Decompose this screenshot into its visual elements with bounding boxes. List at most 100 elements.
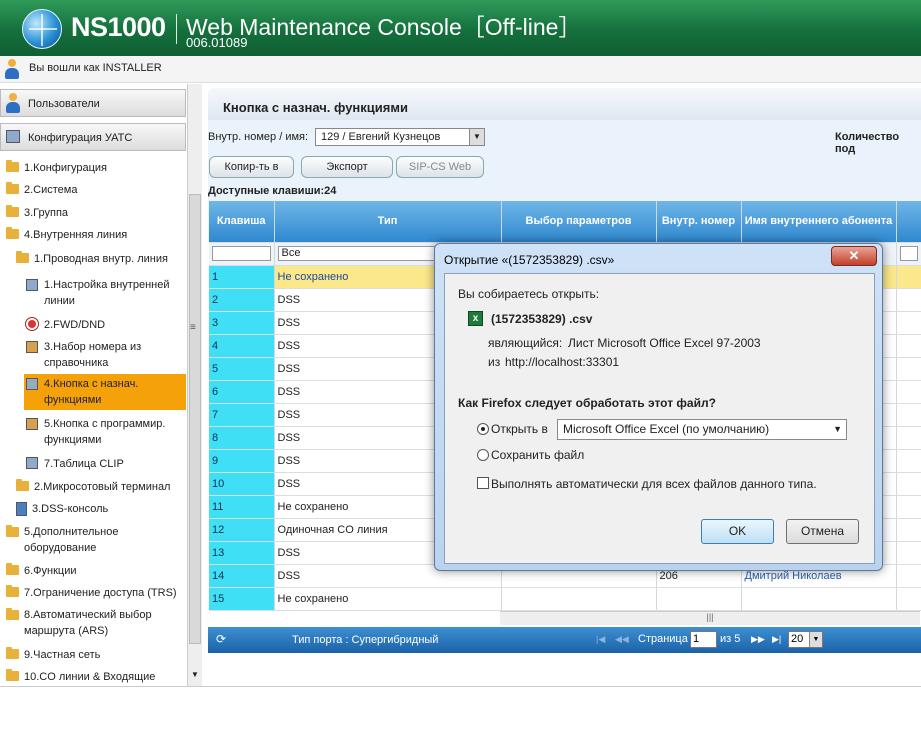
header-separator [176, 14, 177, 44]
col-header-ext-name[interactable]: Имя внутреннего абонента [741, 201, 897, 243]
last-page-icon[interactable]: ▶| [772, 634, 781, 645]
col-header-params[interactable]: Выбор параметров [501, 201, 657, 243]
splitter-handle-icon[interactable]: ≡ [190, 322, 196, 333]
key-cell[interactable]: 9 [209, 449, 275, 473]
copy-to-button[interactable]: Копир-ть в [209, 156, 294, 178]
save-file-label[interactable]: Сохранить файл [491, 448, 584, 462]
cancel-button[interactable]: Отмена [786, 519, 859, 544]
sidebar-item-ext-settings[interactable]: 1.Настройка внутренней линии [0, 276, 186, 310]
ext-name-cell[interactable] [741, 587, 897, 611]
sidebar-item-programmed-keys[interactable]: 5.Кнопка с программир. функциями [0, 415, 186, 449]
export-button[interactable]: Экспорт [301, 156, 393, 178]
key-cell[interactable]: 3 [209, 311, 275, 335]
filter-cell [896, 242, 921, 266]
col-header-key[interactable]: Клавиша [209, 201, 275, 243]
key-cell[interactable]: 7 [209, 403, 275, 427]
sidebar-scroll-thumb[interactable] [189, 194, 201, 644]
prev-page-icon[interactable]: ◀◀ [615, 634, 629, 645]
sidebar-scrollbar[interactable]: ▼ [187, 84, 202, 686]
dialog-close-button[interactable]: ✕ [831, 246, 877, 266]
key-cell[interactable]: 14 [209, 564, 275, 588]
extra-cell[interactable] [896, 403, 921, 427]
key-cell[interactable]: 12 [209, 518, 275, 542]
sidebar-item-directory-dial[interactable]: 3.Набор номера из справочника [0, 338, 186, 372]
key-cell[interactable]: 13 [209, 541, 275, 565]
col-header-ext[interactable]: Внутр. номер [656, 201, 742, 243]
key-cell[interactable]: 10 [209, 472, 275, 496]
sidebar-item-private-network[interactable]: 9.Частная сеть [0, 645, 186, 665]
first-page-icon[interactable]: |◀ [596, 634, 605, 645]
extra-cell[interactable] [896, 495, 921, 519]
open-with-radio[interactable] [477, 423, 489, 435]
col-header-type[interactable]: Тип [274, 201, 502, 243]
extra-cell[interactable] [896, 564, 921, 588]
sidebar-item-configuration[interactable]: 1.Конфигурация [0, 158, 186, 178]
sidebar-item-wired-ext[interactable]: 1.Проводная внутр. линия [0, 249, 186, 269]
extra-cell[interactable] [896, 518, 921, 542]
sidebar-item-co-lines[interactable]: 10.CO линии & Входящие [0, 667, 186, 687]
key-cell[interactable]: 4 [209, 334, 275, 358]
table-row[interactable]: 15 Не сохранено [209, 587, 921, 611]
key-cell[interactable]: 8 [209, 426, 275, 450]
extra-cell[interactable] [896, 265, 921, 289]
per-page-select[interactable]: 20 ▼ [788, 631, 823, 648]
sidebar-item-fwd-dnd[interactable]: 2.FWD/DND [0, 315, 186, 335]
auto-action-label[interactable]: Выполнять автоматически для всех файлов … [491, 477, 817, 491]
sidebar-item-extension[interactable]: 4.Внутренняя линия [0, 225, 186, 245]
sidebar-item-group[interactable]: 3.Группа [0, 203, 186, 223]
horizontal-scrollbar[interactable]: ||| [500, 611, 920, 625]
extra-cell[interactable] [896, 380, 921, 404]
key-cell[interactable]: 1 [209, 265, 275, 289]
save-file-radio[interactable] [477, 449, 489, 461]
ok-button[interactable]: OK [701, 519, 774, 544]
ext-label: Внутр. номер / имя: [208, 131, 309, 143]
extra-cell[interactable] [896, 541, 921, 565]
page-input[interactable]: 1 [690, 631, 717, 648]
key-filter-input[interactable] [212, 246, 271, 261]
keypad-icon [26, 378, 38, 390]
chevron-down-icon: ▼ [469, 129, 484, 145]
next-page-icon[interactable]: ▶▶ [751, 634, 765, 645]
open-with-label[interactable]: Открыть в [491, 422, 548, 436]
extra-cell[interactable] [896, 357, 921, 381]
extra-cell[interactable] [896, 449, 921, 473]
sidebar-pbx-config-header[interactable]: Конфигурация УАТС [0, 123, 186, 151]
application-select[interactable]: Microsoft Office Excel (по умолчанию) ▼ [557, 419, 847, 440]
sidebar-item-ars[interactable]: 8.Автоматический выбор маршрута (ARS) [0, 606, 186, 640]
extra-cell[interactable] [896, 311, 921, 335]
key-cell[interactable]: 11 [209, 495, 275, 519]
sidebar-item-system[interactable]: 2.Система [0, 180, 186, 200]
sidebar-item-features[interactable]: 6.Функции [0, 561, 186, 581]
sidebar-users-header[interactable]: Пользователи [0, 89, 186, 117]
sidebar-item-dss-console[interactable]: 3.DSS-консоль [0, 499, 186, 519]
sidebar-item-label: 7.Таблица CLIP [44, 458, 124, 470]
folder-icon [6, 205, 19, 217]
params-cell[interactable] [501, 587, 657, 611]
folder-icon [6, 669, 19, 681]
key-cell[interactable]: 15 [209, 587, 275, 611]
sidebar-item-trs[interactable]: 7.Ограничение доступа (TRS) [0, 583, 186, 603]
sidebar-item-microcell[interactable]: 2.Микросотовый терминал [0, 477, 186, 497]
ext-cell[interactable] [656, 587, 742, 611]
scroll-down-arrow-icon[interactable]: ▼ [191, 670, 199, 679]
port-type-label: Тип порта : Супергибридный [292, 634, 439, 646]
dialog-body: Вы собираетесь открыть: x (1572353829) .… [444, 273, 875, 564]
extra-filter-input[interactable] [899, 246, 918, 261]
sidebar-item-assigned-keys[interactable]: 4.Кнопка с назнач. функциями [24, 374, 186, 410]
sidebar-item-clip-table[interactable]: 7.Таблица CLIP [0, 454, 186, 474]
extra-cell[interactable] [896, 288, 921, 312]
refresh-icon[interactable]: ⟳ [216, 632, 226, 646]
type-cell[interactable]: Не сохранено [274, 587, 502, 611]
sidebar-item-label: 9.Частная сеть [24, 649, 101, 661]
extra-cell[interactable] [896, 472, 921, 496]
sip-cs-web-button[interactable]: SIP-CS Web [396, 156, 484, 178]
extra-cell[interactable] [896, 334, 921, 358]
extra-cell[interactable] [896, 587, 921, 611]
key-cell[interactable]: 5 [209, 357, 275, 381]
ext-select[interactable]: 129 / Евгений Кузнецов ▼ [315, 128, 485, 146]
sidebar-item-optional-equipment[interactable]: 5.Дополнительное оборудование [0, 523, 186, 557]
auto-action-checkbox[interactable] [477, 477, 489, 489]
extra-cell[interactable] [896, 426, 921, 450]
key-cell[interactable]: 6 [209, 380, 275, 404]
key-cell[interactable]: 2 [209, 288, 275, 312]
